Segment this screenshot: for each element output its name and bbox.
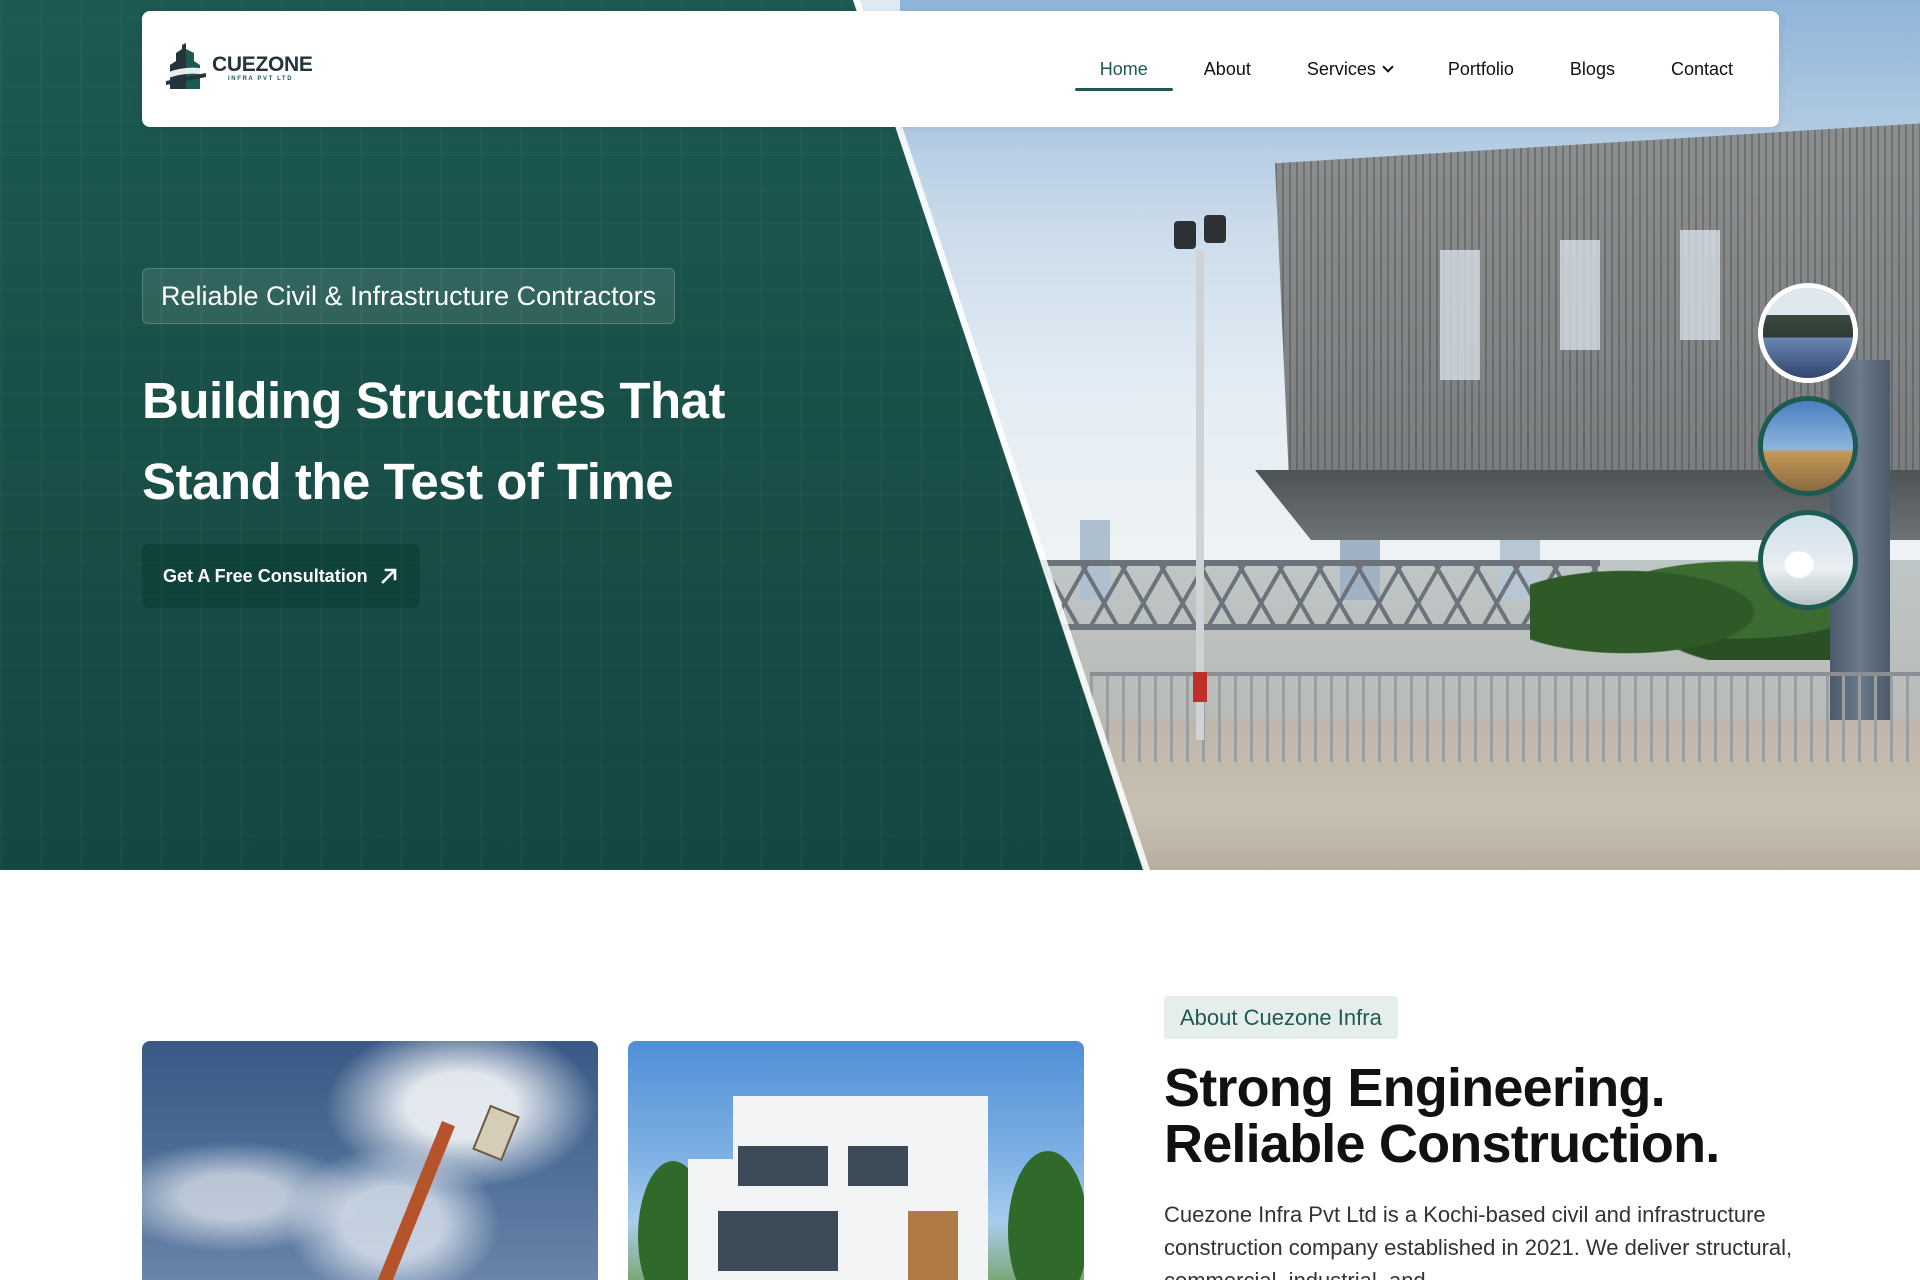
engineer-thumbnail[interactable]	[1758, 510, 1858, 610]
modern-house-photo	[628, 1041, 1084, 1280]
nav-home[interactable]: Home	[1074, 11, 1173, 127]
nav-links: Home About Services Portfolio Blogs Cont…	[1044, 11, 1733, 127]
cta-label: Get A Free Consultation	[163, 565, 368, 586]
chevron-down-icon	[1382, 60, 1394, 73]
logo-name: CUEZONE	[212, 53, 313, 76]
bridge-truss	[1040, 560, 1600, 630]
nav-about[interactable]: About	[1204, 11, 1251, 127]
lamp-post	[1196, 250, 1204, 740]
top-navigation-bar: CUEZONE INFRA PVT LTD Home About Service…	[142, 11, 1779, 127]
arrow-up-right-icon	[380, 568, 396, 584]
building-logo-icon	[164, 43, 208, 93]
logo-subtitle: INFRA PVT LTD	[228, 76, 294, 82]
nav-blogs[interactable]: Blogs	[1570, 11, 1615, 127]
about-title: Strong Engineering. Reliable Constructio…	[1164, 1060, 1884, 1172]
nav-services[interactable]: Services	[1307, 11, 1394, 127]
free-consultation-button[interactable]: Get A Free Consultation	[142, 544, 420, 608]
crane-photo	[142, 1041, 598, 1280]
metal-railing	[1090, 672, 1920, 762]
bridge-thumbnail[interactable]	[1758, 283, 1858, 383]
hero-title-line2: Stand the Test of Time	[142, 453, 674, 510]
cuezone-logo[interactable]: CUEZONE INFRA PVT LTD	[164, 41, 313, 95]
hero-title: Building Structures That Stand the Test …	[142, 360, 962, 522]
construction-site-thumbnail[interactable]	[1758, 396, 1858, 496]
hero-title-line1: Building Structures That	[142, 372, 726, 429]
hero-tagline-badge: Reliable Civil & Infrastructure Contract…	[142, 268, 676, 324]
about-section-badge: About Cuezone Infra	[1164, 996, 1398, 1039]
about-paragraph: Cuezone Infra Pvt Ltd is a Kochi-based c…	[1164, 1202, 1793, 1280]
hero-section: Reliable Civil & Infrastructure Contract…	[0, 0, 1920, 870]
nav-portfolio[interactable]: Portfolio	[1448, 11, 1514, 127]
about-title-line1: Strong Engineering.	[1164, 1058, 1666, 1118]
about-title-line2: Reliable Construction.	[1164, 1114, 1720, 1174]
nav-contact[interactable]: Contact	[1671, 11, 1733, 127]
